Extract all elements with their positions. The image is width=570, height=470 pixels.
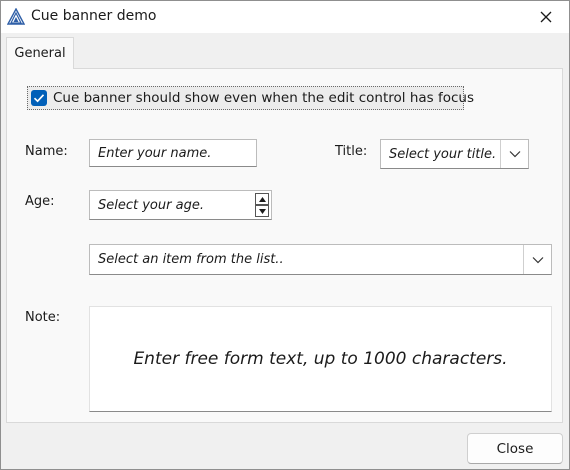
title-combobox[interactable]: Select your title.: [380, 139, 529, 169]
note-label: Note:: [25, 310, 61, 325]
chevron-down-icon: [509, 151, 520, 158]
close-window-button[interactable]: [523, 1, 569, 33]
title-dropdown-button[interactable]: [500, 140, 528, 168]
age-spinner[interactable]: [255, 193, 269, 217]
chevron-down-icon: [532, 256, 543, 263]
checkmark-icon: [33, 94, 45, 103]
list-dropdown-button[interactable]: [523, 245, 551, 274]
age-input-placeholder: Select your age.: [98, 197, 204, 213]
close-button[interactable]: Close: [467, 433, 563, 464]
close-button-label: Close: [496, 440, 534, 457]
spin-up-icon: [258, 196, 266, 202]
list-combobox-placeholder: Select an item from the list..: [98, 252, 284, 267]
title-combobox-placeholder: Select your title.: [389, 146, 497, 162]
window-title: Cue banner demo: [31, 8, 157, 24]
age-spin-input[interactable]: Select your age.: [89, 190, 272, 220]
title-label: Title:: [335, 144, 368, 159]
spin-down-button[interactable]: [255, 205, 269, 217]
cue-banner-focus-checkbox-row[interactable]: Cue banner should show even when the edi…: [27, 86, 474, 110]
cue-banner-focus-checkbox[interactable]: [31, 90, 47, 106]
tab-panel-general: Cue banner should show even when the edi…: [6, 68, 563, 423]
tab-general-label: General: [14, 46, 66, 61]
close-icon: [540, 11, 552, 23]
app-icon: [7, 8, 25, 25]
title-bar: Cue banner demo: [1, 1, 569, 33]
name-input[interactable]: Enter your name.: [89, 139, 257, 167]
dialog-window: Cue banner demo General Cue banner shoul…: [0, 0, 570, 470]
spin-down-icon: [258, 208, 266, 214]
name-label: Name:: [25, 144, 68, 159]
age-label: Age:: [25, 194, 55, 209]
spin-up-button[interactable]: [255, 193, 269, 205]
name-input-placeholder: Enter your name.: [98, 145, 212, 161]
note-textarea[interactable]: Enter free form text, up to 1000 charact…: [89, 306, 552, 412]
tab-general[interactable]: General: [6, 37, 74, 69]
note-textarea-placeholder: Enter free form text, up to 1000 charact…: [133, 349, 508, 369]
list-combobox[interactable]: Select an item from the list..: [89, 244, 552, 275]
cue-banner-focus-label: Cue banner should show even when the edi…: [53, 90, 474, 106]
